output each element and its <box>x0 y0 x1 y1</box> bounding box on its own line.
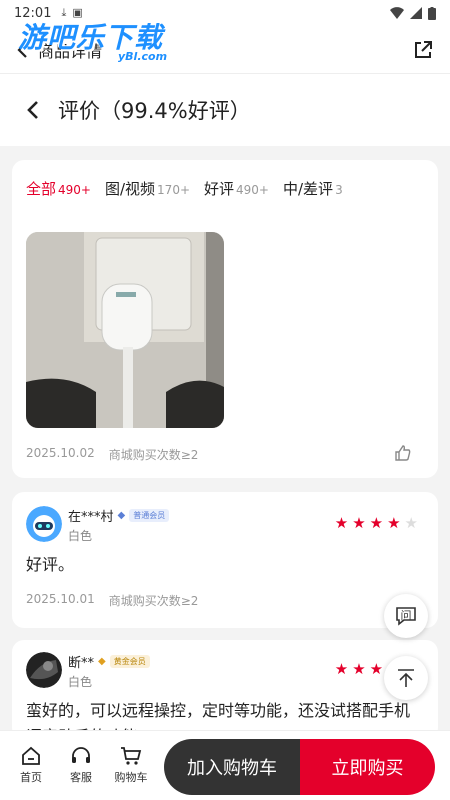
review-card: 在***村 ◆ 普通会员 白色 ★ ★ ★ ★ ★ 好评。 2025.10.01… <box>12 492 438 628</box>
review-date: 2025.10.01 <box>26 592 95 606</box>
nav-home-label: 首页 <box>20 771 42 784</box>
vip-icon: ◆ <box>98 656 106 667</box>
review-meta: 2025.10.01 商城购买次数≥2 <box>26 592 198 609</box>
battery-icon <box>428 6 436 20</box>
arrow-up-icon <box>398 669 414 687</box>
review-filter-tabs: 全部 490+ 图/视频 170+ 好评 490+ 中/差评 3 <box>12 160 438 199</box>
member-badge: 黄金会员 <box>109 655 150 668</box>
photo-review-meta: 2025.10.02 商城购买次数≥2 <box>26 446 198 463</box>
user-name: 断** <box>68 656 95 671</box>
avatar[interactable] <box>26 506 62 542</box>
tab-label: 图/视频 <box>104 180 156 198</box>
ask-label: 问 <box>400 609 412 622</box>
tab-neutral-negative[interactable]: 中/差评 3 <box>283 178 343 199</box>
review-card: 断** ◆ 黄金会员 白色 ★ ★ ★ ★ ★ 蛮好的，可以远程操控，定时等功能… <box>12 640 438 740</box>
member-badge: 普通会员 <box>129 509 170 522</box>
home-icon <box>22 746 40 765</box>
scroll-to-top-button[interactable] <box>384 656 428 700</box>
tab-positive[interactable]: 好评 490+ <box>204 178 269 199</box>
review-date: 2025.10.02 <box>26 446 95 460</box>
tab-count: 490+ <box>236 183 269 197</box>
tab-label: 好评 <box>204 180 235 198</box>
review-user: 断** ◆ 黄金会员 <box>68 652 150 671</box>
headset-icon <box>72 747 90 763</box>
tab-count: 3 <box>335 183 343 197</box>
star-icon: ★ <box>352 660 366 678</box>
star-icon: ★ <box>334 660 349 678</box>
star-icon: ★ <box>352 514 366 532</box>
nav-home[interactable]: 首页 <box>6 746 56 785</box>
ask-button[interactable]: 问 <box>384 594 428 638</box>
review-text: 好评。 <box>26 555 75 574</box>
tab-label: 中/差评 <box>283 180 334 198</box>
photo-review-card: 全部 490+ 图/视频 170+ 好评 490+ 中/差评 3 2025.10.02 … <box>12 160 438 478</box>
product-variant: 白色 <box>68 675 93 689</box>
add-to-cart-button[interactable]: 加入购物车 <box>164 739 300 795</box>
avatar[interactable] <box>26 652 62 688</box>
star-icon: ★ <box>369 514 384 532</box>
star-icon: ★ <box>334 514 349 532</box>
tab-media[interactable]: 图/视频 170+ <box>105 178 190 199</box>
nav-service-label: 客服 <box>70 771 92 784</box>
smart-plug-photo <box>26 232 224 428</box>
star-empty-icon: ★ <box>404 514 418 532</box>
review-photo[interactable] <box>26 232 224 428</box>
product-variant: 白色 <box>68 529 93 543</box>
star-icon: ★ <box>387 514 401 532</box>
star-icon: ★ <box>369 660 384 678</box>
signal-icon <box>410 7 422 19</box>
review-user: 在***村 ◆ 普通会员 <box>68 506 170 525</box>
back-icon[interactable] <box>26 99 40 121</box>
nav-cart-label: 购物车 <box>114 771 148 784</box>
thumbs-up-icon[interactable] <box>394 444 412 462</box>
user-name: 在***村 <box>68 510 114 525</box>
reviews-header: 评价（99.4%好评） <box>0 74 450 146</box>
purchase-count: 商城购买次数≥2 <box>108 448 199 462</box>
tab-count: 170+ <box>157 183 191 197</box>
buy-now-button[interactable]: 立即购买 <box>300 739 435 795</box>
nav-cart[interactable]: 购物车 <box>106 746 156 785</box>
tab-label: 全部 <box>26 180 57 198</box>
share-icon[interactable] <box>412 39 434 61</box>
watermark-url: yBl.com <box>118 50 168 63</box>
tab-all[interactable]: 全部 490+ <box>26 178 91 199</box>
rating-stars: ★ ★ ★ ★ ★ <box>335 514 418 532</box>
bottom-action-bar: 首页 客服 购物车 加入购物车 立即购买 <box>0 730 450 800</box>
wifi-icon <box>390 7 404 19</box>
nav-service[interactable]: 客服 <box>56 746 106 785</box>
purchase-count: 商城购买次数≥2 <box>108 594 199 608</box>
tab-count: 490+ <box>58 183 91 197</box>
cart-icon <box>121 747 142 765</box>
reviews-title: 评价（99.4%好评） <box>58 99 251 123</box>
vip-icon: ◆ <box>117 510 126 521</box>
